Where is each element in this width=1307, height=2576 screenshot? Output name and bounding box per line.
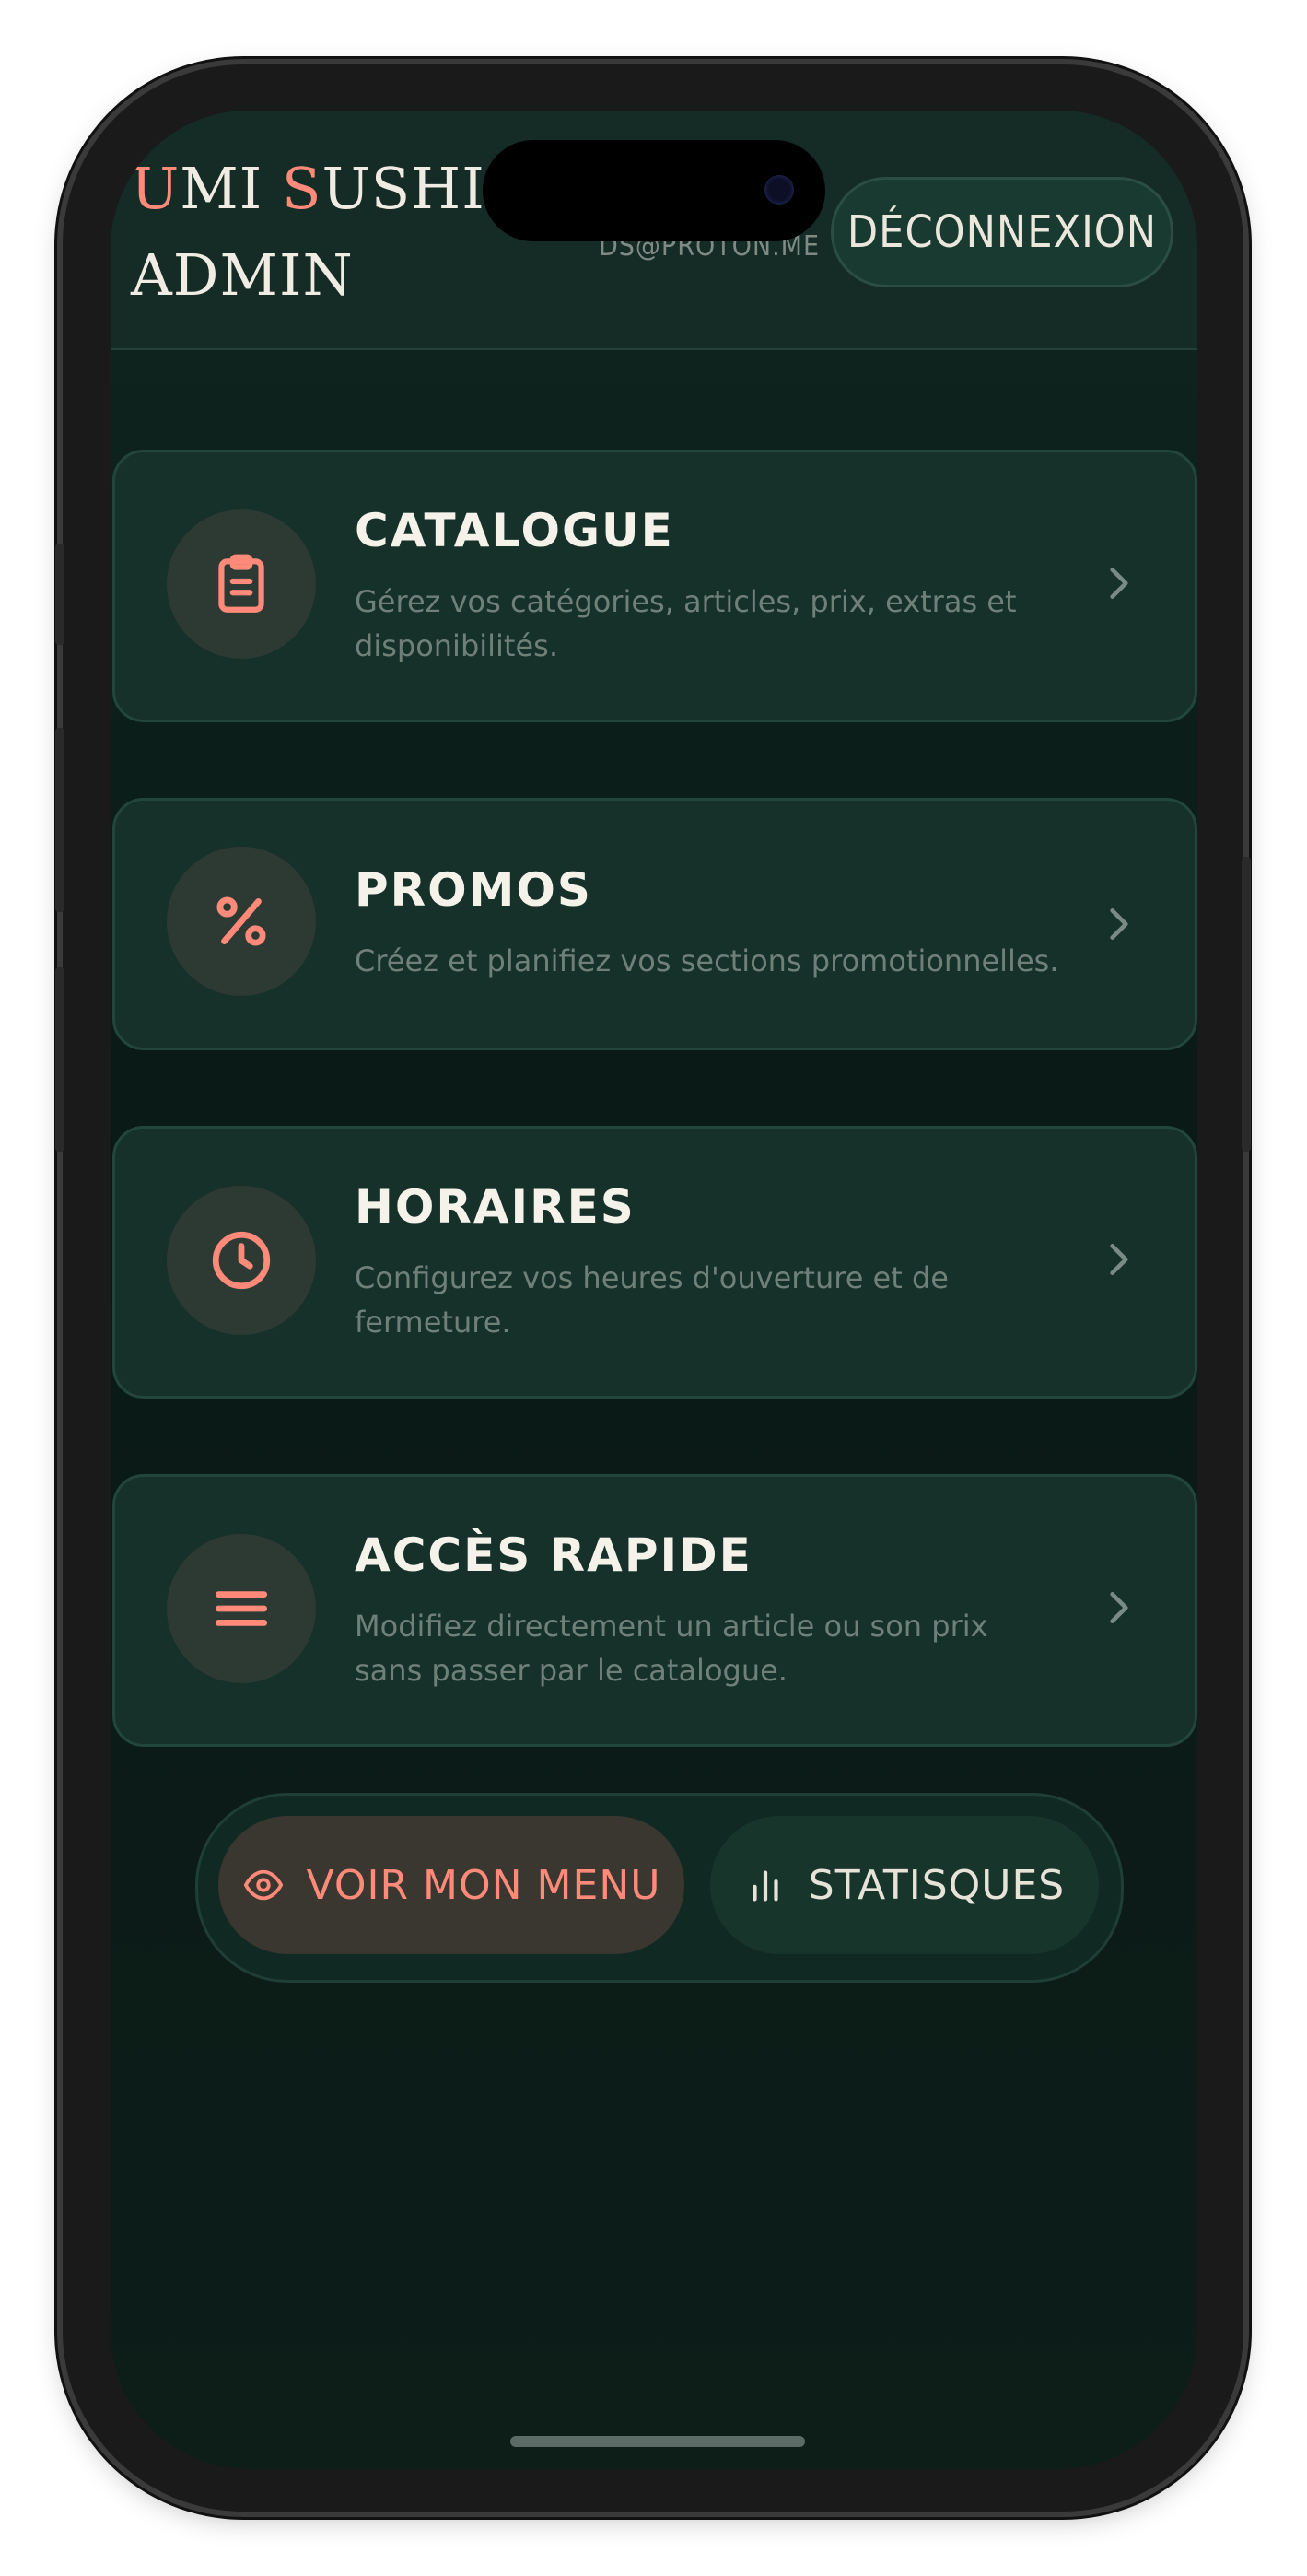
brand-logo: UMI SUSHI ADMIN bbox=[131, 146, 485, 319]
brand-text: USHI bbox=[321, 155, 485, 222]
action-bar: VOIR MON MENU STATISQUES bbox=[195, 1793, 1124, 1983]
brand-text: MI bbox=[180, 155, 282, 222]
brand-initial: S bbox=[281, 155, 322, 222]
chevron-right-icon bbox=[1110, 568, 1128, 599]
power-button bbox=[1242, 857, 1251, 1152]
chevron-right-icon bbox=[1110, 1244, 1128, 1275]
eye-icon bbox=[243, 1869, 283, 1901]
stats-button[interactable]: STATISQUES bbox=[710, 1816, 1099, 1954]
app-screen: UMI SUSHI ADMIN DS@PROTON.ME DÉCONNEXION… bbox=[111, 111, 1197, 2469]
card-description: Gérez vos catégories, articles, prix, ex… bbox=[355, 584, 1017, 663]
action-button bbox=[55, 544, 64, 645]
card-title: ACCÈS RAPIDE bbox=[355, 1528, 753, 1582]
clipboard-icon bbox=[167, 509, 316, 659]
chevron-right-icon bbox=[1110, 1592, 1128, 1623]
view-menu-button[interactable]: VOIR MON MENU bbox=[218, 1816, 684, 1954]
stats-label: STATISQUES bbox=[808, 1861, 1066, 1909]
menu-lines-icon bbox=[167, 1534, 316, 1683]
bar-chart-icon bbox=[753, 1870, 778, 1902]
percent-icon bbox=[167, 847, 316, 996]
catalogue-card[interactable]: CATALOGUE Gérez vos catégories, articles… bbox=[112, 450, 1197, 722]
volume-up-button bbox=[55, 728, 64, 912]
card-description: Créez et planifiez vos sections promotio… bbox=[355, 943, 1059, 978]
dynamic-island bbox=[483, 140, 825, 241]
card-title: PROMOS bbox=[355, 863, 592, 917]
promos-card[interactable]: PROMOS Créez et planifiez vos sections p… bbox=[112, 798, 1197, 1050]
brand-subtitle: ADMIN bbox=[131, 241, 354, 309]
card-title: CATALOGUE bbox=[355, 504, 674, 557]
card-description: Modifiez directement un article ou son p… bbox=[355, 1609, 988, 1688]
brand-initial: U bbox=[131, 155, 181, 222]
chevron-right-icon bbox=[1110, 908, 1128, 940]
logout-button[interactable]: DÉCONNEXION bbox=[831, 177, 1173, 287]
acces-rapide-card[interactable]: ACCÈS RAPIDE Modifiez directement un art… bbox=[112, 1474, 1197, 1747]
view-menu-label: VOIR MON MENU bbox=[306, 1861, 661, 1909]
clock-icon bbox=[167, 1186, 316, 1335]
camera-icon bbox=[764, 175, 794, 205]
card-description: Configurez vos heures d'ouverture et de … bbox=[355, 1260, 949, 1340]
card-title: HORAIRES bbox=[355, 1180, 636, 1234]
home-indicator[interactable] bbox=[510, 2436, 805, 2447]
volume-down-button bbox=[55, 967, 64, 1152]
horaires-card[interactable]: HORAIRES Configurez vos heures d'ouvertu… bbox=[112, 1126, 1197, 1399]
